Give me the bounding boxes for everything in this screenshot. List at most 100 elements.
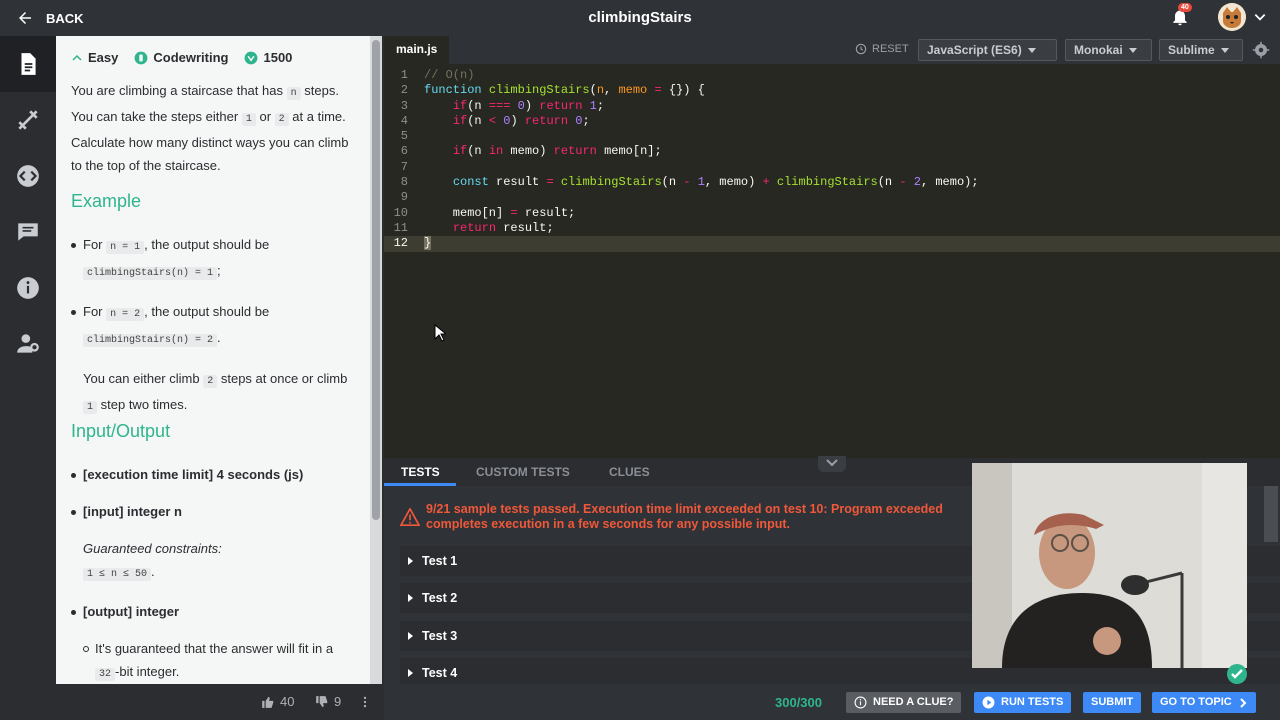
task-meta: Easy Codewriting 1500 (71, 50, 292, 65)
example-1: For n = 1, the output should be climbing… (71, 233, 356, 285)
code-ex2-result: climbingStairs(n) = 2 (83, 334, 218, 347)
sidebar-item-description[interactable] (0, 36, 56, 92)
code-line: 2 function climbingStairs(n, memo = {}) { (400, 83, 705, 98)
output-note: It's guaranteed that the answer will fit… (71, 637, 356, 684)
codewriting-icon (134, 51, 148, 64)
code-n: n (286, 87, 301, 100)
run-tests-label: RUN TESTS (1001, 696, 1064, 708)
notification-badge: 40 (1178, 3, 1192, 12)
sidebar-item-practice[interactable] (0, 92, 56, 148)
code-32: 32 (95, 668, 116, 681)
likes-count: 40 (280, 694, 295, 709)
info-icon (854, 696, 867, 709)
desc-text: or (259, 109, 272, 124)
code-line-current: 12} (384, 236, 1280, 252)
code-constraints: 1 ≤ n ≤ 50 (83, 568, 152, 581)
sidebar-item-comments[interactable] (0, 204, 56, 260)
active-tab-indicator (384, 483, 456, 486)
language-select[interactable]: JavaScript (ES6) (918, 39, 1057, 61)
task-type-label: Codewriting (153, 50, 229, 65)
language-value: JavaScript (ES6) (927, 43, 1022, 57)
io-list: [execution time limit] 4 seconds (js) [i… (71, 463, 356, 684)
side-nav (0, 36, 56, 720)
sidebar-item-info[interactable] (0, 260, 56, 316)
points-badge: 1500 (244, 50, 292, 65)
collapse-button[interactable] (818, 456, 846, 472)
description-scroll-thumb[interactable] (372, 40, 380, 520)
dislike-button[interactable]: 9 (315, 694, 341, 709)
webcam-overlay (972, 463, 1247, 668)
test-error-message: 9/21 sample tests passed. Execution time… (400, 502, 980, 532)
caret-down-icon (1027, 48, 1036, 54)
example-2-note: You can either climb 2 steps at once or … (71, 367, 356, 419)
desc-text: , the output should be (144, 237, 270, 252)
go-to-topic-button[interactable]: GO TO TOPIC (1152, 692, 1256, 713)
top-bar: BACK climbingStairs 40 (0, 0, 1280, 36)
code-line: 6 if(n in memo) return memo[n]; (400, 144, 662, 159)
code-ex1-result: climbingStairs(n) = 1 (83, 267, 218, 280)
code-ex1: n = 1 (106, 241, 145, 254)
desc-text: -bit integer. (115, 664, 180, 679)
submit-label: SUBMIT (1091, 696, 1134, 708)
more-vertical-icon[interactable] (358, 695, 372, 709)
code-editor[interactable]: main.js RESET JavaScript (ES6) Monokai S… (384, 36, 1280, 458)
tab-custom-tests[interactable]: CUSTOM TESTS (476, 465, 570, 479)
chevron-down-icon (826, 459, 838, 467)
sidebar-item-settings[interactable] (0, 316, 56, 372)
description-footer: 40 9 (56, 684, 382, 720)
desc-text: steps at once or climb (220, 371, 348, 386)
avatar[interactable] (1218, 3, 1246, 31)
code-line: 9 (400, 190, 408, 205)
theme-select[interactable]: Monokai (1065, 39, 1152, 61)
error-line-1: 9/21 sample tests passed. Execution time… (426, 502, 943, 516)
thumbs-down-icon (316, 695, 328, 707)
task-description: You are climbing a staircase that has n … (71, 79, 361, 177)
tab-main-js[interactable]: main.js (384, 36, 450, 64)
need-a-clue-label: NEED A CLUE? (873, 696, 954, 708)
constraints: 1 ≤ n ≤ 50. (71, 560, 356, 586)
code-ex2: n = 2 (106, 308, 145, 321)
editor-tab-bar: main.js RESET JavaScript (ES6) Monokai S… (384, 36, 1280, 64)
play-icon (982, 696, 995, 709)
desc-text: You are climbing a staircase that has (71, 83, 283, 98)
run-tests-button[interactable]: RUN TESTS (974, 692, 1072, 713)
tools-icon (18, 110, 38, 130)
tab-clues[interactable]: CLUES (609, 465, 650, 479)
like-button[interactable]: 40 (261, 694, 294, 709)
code-area[interactable]: 1// O(n) 2 function climbingStairs(n, mem… (384, 68, 1280, 252)
points-icon (245, 51, 258, 64)
example-list: For n = 1, the output should be climbing… (71, 233, 356, 419)
code-one: 1 (83, 401, 98, 414)
code-line: 3 if(n === 0) return 1; (400, 98, 605, 113)
document-icon (21, 53, 36, 75)
reset-button[interactable]: RESET (854, 42, 909, 56)
keymap-select[interactable]: Sublime (1159, 39, 1243, 61)
submit-button[interactable]: SUBMIT (1083, 692, 1142, 713)
chevron-up-icon (72, 54, 82, 61)
gear-icon[interactable] (1252, 41, 1270, 59)
code-icon (17, 165, 39, 187)
theme-value: Monokai (1074, 43, 1123, 57)
desc-text: You can either climb (83, 371, 200, 386)
difficulty-badge: Easy (71, 50, 118, 65)
history-icon (855, 43, 867, 55)
example-2: For n = 2, the output should be climbing… (71, 300, 356, 352)
desc-text: step two times. (100, 397, 188, 412)
code-line: 5 (400, 129, 408, 144)
tab-tests[interactable]: TESTS (401, 465, 440, 479)
error-line-2: completes execution in a few seconds for… (426, 517, 790, 531)
code-line: 11 return result; (393, 220, 554, 235)
points-label: 1500 (263, 50, 293, 65)
tests-scrollbar[interactable] (1264, 486, 1278, 542)
input-spec: [input] integer n (71, 500, 356, 523)
sidebar-item-code[interactable] (0, 148, 56, 204)
need-a-clue-button[interactable]: NEED A CLUE? (846, 692, 962, 713)
keymap-value: Sublime (1168, 43, 1215, 57)
check-icon (1227, 664, 1247, 684)
chevron-down-icon[interactable] (1253, 10, 1267, 24)
code-two: 2 (203, 375, 218, 388)
io-heading: Input/Output (71, 421, 171, 441)
mouse-pointer-icon (434, 324, 446, 342)
webcam-image (972, 463, 1247, 668)
reset-label: RESET (872, 43, 909, 55)
